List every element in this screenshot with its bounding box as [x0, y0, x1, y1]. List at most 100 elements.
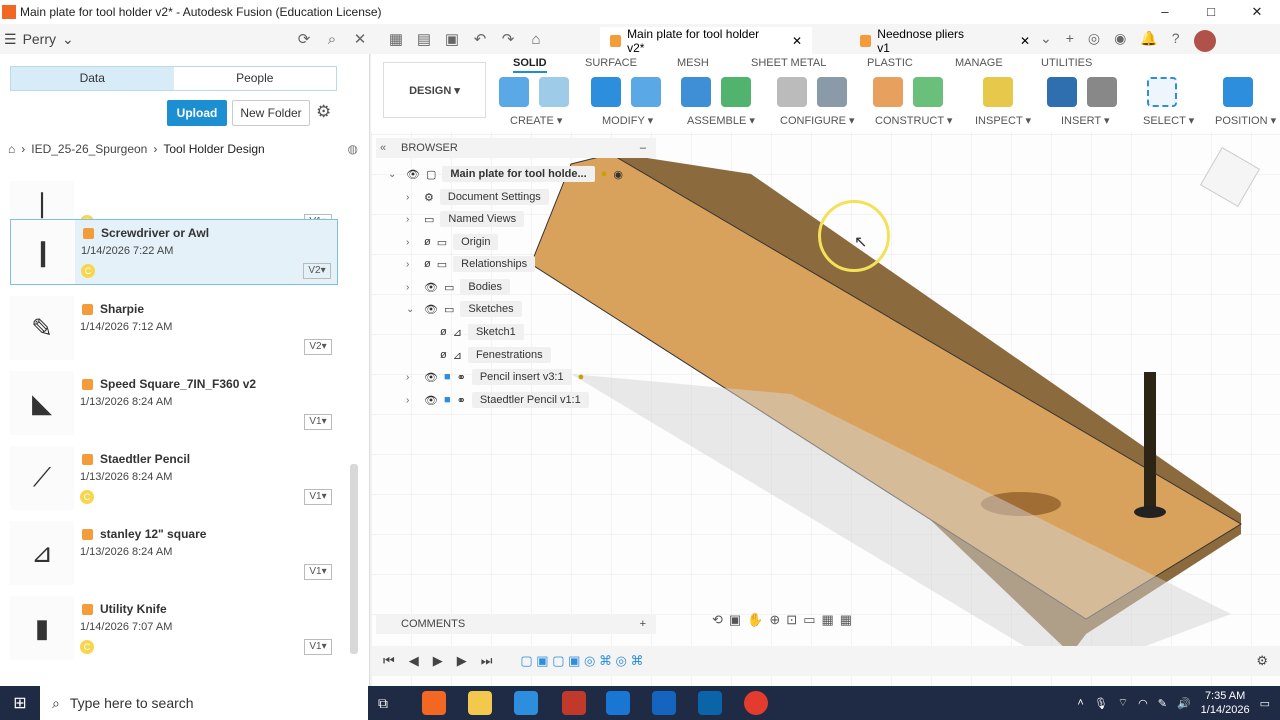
- control-app-icon[interactable]: [698, 691, 722, 715]
- previous-step-icon[interactable]: ◀: [409, 653, 419, 669]
- tab-sheet-metal[interactable]: SHEET METAL: [751, 57, 826, 69]
- list-item[interactable]: ❙ Screwdriver or Awl 1/14/2026 7:22 AM C…: [10, 219, 338, 285]
- fit-icon[interactable]: ⊡: [786, 612, 797, 630]
- eye-icon[interactable]: 👁: [424, 303, 438, 316]
- revolve-icon[interactable]: [539, 77, 569, 107]
- chevron-right-icon[interactable]: ›: [406, 237, 418, 248]
- file-explorer-icon[interactable]: [468, 691, 492, 715]
- pan-icon[interactable]: ✋: [747, 612, 763, 630]
- close-tab-icon[interactable]: ✕: [792, 34, 802, 48]
- first-step-icon[interactable]: ⏮: [383, 653, 395, 669]
- chevron-down-icon[interactable]: ⌄: [388, 169, 400, 180]
- windows-start-icon[interactable]: ⊞: [0, 693, 40, 713]
- settings-app-icon[interactable]: [606, 691, 630, 715]
- zoom-icon[interactable]: ⊕: [769, 612, 780, 630]
- tab-list-icon[interactable]: ⌄: [1040, 30, 1052, 52]
- help-icon[interactable]: ?: [1172, 30, 1180, 52]
- tab-utilities[interactable]: UTILITIES: [1041, 57, 1092, 69]
- version-dropdown[interactable]: V2▾: [303, 263, 331, 279]
- construct-menu[interactable]: CONSTRUCT ▾: [875, 114, 952, 127]
- browser-node-relationships[interactable]: › ø ▭ Relationships: [406, 255, 536, 273]
- chevron-down-icon[interactable]: ⌄: [406, 304, 418, 315]
- timeline-settings-icon[interactable]: ⚙: [1256, 653, 1268, 669]
- panel-scrollbar[interactable]: [350, 464, 358, 654]
- assemble-menu[interactable]: ASSEMBLE ▾: [687, 114, 755, 127]
- comments-panel[interactable]: COMMENTS +: [376, 614, 656, 634]
- taskbar-search[interactable]: ⌕ Type here to search: [40, 686, 368, 720]
- browser-node-origin[interactable]: › ø ▭ Origin: [406, 233, 499, 251]
- last-step-icon[interactable]: ⏭: [481, 653, 493, 669]
- file-icon[interactable]: ▤: [410, 30, 438, 48]
- configure-menu[interactable]: CONFIGURE ▾: [780, 114, 855, 127]
- position-icon[interactable]: [1223, 77, 1253, 107]
- eye-icon[interactable]: 👁: [424, 394, 438, 407]
- version-dropdown[interactable]: V1▾: [304, 414, 332, 430]
- select-menu[interactable]: SELECT ▾: [1143, 114, 1194, 127]
- modify-menu[interactable]: MODIFY ▾: [602, 114, 653, 127]
- select-icon[interactable]: [1147, 77, 1177, 107]
- minimize-browser-icon[interactable]: –: [640, 138, 646, 158]
- tab-manage[interactable]: MANAGE: [955, 57, 1003, 69]
- close-window-button[interactable]: ✕: [1234, 0, 1280, 24]
- clock[interactable]: 7:35 AM 1/14/2026: [1201, 689, 1250, 717]
- offset-plane-icon[interactable]: [873, 77, 903, 107]
- extensions-icon[interactable]: ◎: [1088, 30, 1100, 52]
- refresh-icon[interactable]: ⟳: [290, 30, 318, 48]
- configure-table-icon[interactable]: [817, 77, 847, 107]
- user-menu[interactable]: ☰ Perry ⌄: [0, 31, 290, 48]
- new-component-icon[interactable]: [721, 77, 751, 107]
- breadcrumb-project[interactable]: IED_25-26_Spurgeon: [31, 142, 147, 156]
- browser-node-document-settings[interactable]: › ⚙ Document Settings: [406, 188, 549, 206]
- chevron-up-icon[interactable]: ˄: [1077, 697, 1083, 709]
- midplane-icon[interactable]: [913, 77, 943, 107]
- version-dropdown[interactable]: V1▾: [304, 489, 332, 505]
- notifications-icon[interactable]: ▭: [1260, 697, 1270, 710]
- save-icon[interactable]: ▣: [438, 30, 466, 48]
- look-at-icon[interactable]: ▣: [729, 612, 741, 630]
- chevron-right-icon[interactable]: ›: [406, 395, 418, 406]
- position-menu[interactable]: POSITION ▾: [1215, 114, 1276, 127]
- browser-node-bodies[interactable]: › 👁 ▭ Bodies: [406, 278, 511, 296]
- browser-node-sketches[interactable]: ⌄ 👁 ▭ Sketches: [406, 300, 522, 318]
- display-settings-icon[interactable]: ▭: [803, 612, 815, 630]
- job-status-icon[interactable]: ◉: [1114, 30, 1126, 52]
- extrude-icon[interactable]: [499, 77, 529, 107]
- tab-mesh[interactable]: MESH: [677, 57, 709, 69]
- wifi-icon[interactable]: ◠: [1138, 697, 1148, 710]
- grid-settings-icon[interactable]: ▦: [822, 612, 834, 630]
- task-view-icon[interactable]: ⧉: [378, 695, 388, 712]
- tab-surface[interactable]: SURFACE: [585, 57, 637, 69]
- version-dropdown[interactable]: V2▾: [304, 339, 332, 355]
- eye-icon[interactable]: 👁: [424, 281, 438, 294]
- browser-node-named-views[interactable]: › ▭ Named Views: [406, 210, 525, 228]
- browser-root[interactable]: ⌄ 👁 ▢ Main plate for tool holde... ● ◉: [388, 165, 623, 183]
- data-segment[interactable]: Data: [11, 67, 174, 90]
- collapse-browser-icon[interactable]: «: [380, 138, 386, 158]
- add-comment-icon[interactable]: +: [640, 614, 646, 634]
- inspect-menu[interactable]: INSPECT ▾: [975, 114, 1031, 127]
- maximize-button[interactable]: □: [1188, 0, 1234, 24]
- redo-icon[interactable]: ↷: [494, 30, 522, 48]
- next-step-icon[interactable]: ▶: [457, 653, 467, 669]
- chevron-right-icon[interactable]: ›: [406, 192, 418, 203]
- new-tab-icon[interactable]: +: [1066, 30, 1074, 52]
- eye-icon[interactable]: 👁: [406, 168, 420, 181]
- chrome-icon[interactable]: [744, 691, 768, 715]
- version-dropdown[interactable]: V1▾: [304, 564, 332, 580]
- pen-icon[interactable]: ✎: [1158, 697, 1167, 710]
- chevron-right-icon[interactable]: ›: [406, 372, 418, 383]
- fusion-taskbar-icon[interactable]: [422, 691, 446, 715]
- minimize-button[interactable]: –: [1142, 0, 1188, 24]
- browser-node-fenestrations[interactable]: ø ⊿ Fenestrations: [440, 346, 551, 364]
- parameters-icon[interactable]: [777, 77, 807, 107]
- chevron-right-icon[interactable]: ›: [406, 214, 418, 225]
- fillet-icon[interactable]: [631, 77, 661, 107]
- globe-icon[interactable]: ◍: [348, 142, 358, 156]
- workspace-dropdown[interactable]: DESIGN ▾: [383, 62, 486, 118]
- eye-hidden-icon[interactable]: ø: [440, 326, 447, 338]
- list-item[interactable]: ⟋ Staedtler Pencil 1/13/2026 8:24 AM C V…: [10, 446, 338, 510]
- browser-node-pencil-insert[interactable]: › 👁 ■ ⚭ Pencil insert v3:1 ●: [406, 368, 584, 386]
- insert-menu[interactable]: INSERT ▾: [1061, 114, 1110, 127]
- notes-app-icon[interactable]: [514, 691, 538, 715]
- eye-icon[interactable]: 👁: [424, 371, 438, 384]
